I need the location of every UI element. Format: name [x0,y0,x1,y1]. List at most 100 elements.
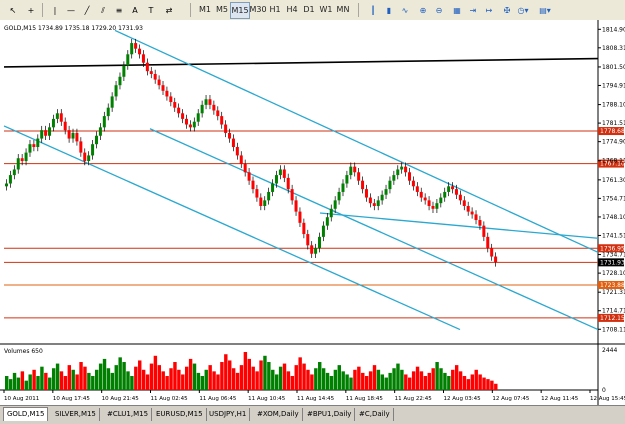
candle-body [310,245,314,254]
timeframe-h4[interactable]: H4 [283,2,301,17]
candle-body [337,191,341,201]
volume-bar [290,376,295,390]
volume-top-tick: 2444 [602,347,617,354]
candle-body [404,166,408,173]
volume-bar [478,374,482,390]
volume-bar [255,371,259,390]
price-level-label: 1712.15 [600,315,625,322]
crosshair-tool-icon[interactable]: + [22,2,40,19]
volume-bar [490,380,494,390]
tab-clu1-m15[interactable]: #CLU1,M15 [104,408,153,421]
candle-body [118,76,122,86]
candle-body [169,96,173,103]
volume-bar [364,376,369,390]
candle-body [349,166,353,176]
candle-body [345,175,349,184]
timeframe-m30[interactable]: M30 [249,2,267,17]
candle-body [431,205,435,209]
volume-bar [396,363,400,390]
candle-body [44,130,48,136]
timeframe-d1[interactable]: D1 [300,2,318,17]
candle-body [192,121,196,128]
tab-xom-daily[interactable]: #XOM,Daily [254,408,303,421]
volume-bar [310,374,314,390]
volume-bar [415,366,420,390]
tab-silver-m15[interactable]: SILVER,M15 [52,408,100,421]
arrows-tool-icon[interactable]: ⇄ [160,2,178,19]
candle-body [478,220,482,226]
timeframe-m15[interactable]: M15 [230,2,250,19]
volume-bar [447,376,451,390]
volume-bar [294,365,298,390]
volume-bar [181,374,185,390]
tab-c-daily[interactable]: #C,Daily [356,408,394,421]
price-chart[interactable]: 1778.681767.101736.951731.931723.881712.… [0,20,625,405]
templates-icon[interactable]: ▤▾ [536,2,554,19]
timeframe-mn[interactable]: MN [334,2,352,17]
timeframe-m1[interactable]: M1 [196,2,214,17]
tab-usdjpy-h1[interactable]: USDJPY,H1 [206,408,251,421]
volume-bar [231,368,236,390]
label-tool-icon[interactable]: T [142,2,160,19]
candle-body [208,99,212,105]
candle-body [470,211,474,215]
price-tick-label: 1714.71 [602,308,625,315]
candle-body [126,54,130,66]
candle-body [134,43,138,49]
candle-body [212,104,216,111]
time-tick-label: 11 Aug 14:45 [297,396,335,402]
price-tick-label: 1728.10 [602,270,625,277]
volume-bar [28,374,32,390]
volume-bar [454,365,459,390]
price-chart-window[interactable]: 1778.68 1767.10 1736.95 1731.93 1723.88 1712.… [0,20,625,405]
price-level-label: 1723.88 [600,282,625,289]
volume-bar [36,376,40,390]
tab-eurusd-m15[interactable]: EURUSD,M15 [153,408,207,421]
volume-bar [48,377,52,390]
volume-bar [419,371,424,390]
tab-bpu1-daily[interactable]: #BPU1,Daily [304,408,356,421]
volume-bar [228,360,232,390]
candle-body [239,155,243,164]
candle-body [220,116,224,125]
timeframe-w1[interactable]: W1 [317,2,335,17]
volume-bar [329,376,334,390]
candle-body [458,194,462,201]
zoom-out-icon[interactable]: ⊖ [430,2,448,19]
candle-body [51,118,55,128]
volume-bar [196,372,201,390]
price-tick-label: 1754.71 [602,195,625,202]
volume-bar [298,357,302,390]
candle-body [243,163,247,173]
candle-body [20,158,24,162]
cursor-tool-icon[interactable]: ↖ [4,2,22,19]
tab-gold-m15[interactable]: GOLD,M15 [3,407,49,421]
volume-bar [243,352,248,390]
volume-bar [486,379,490,390]
price-tick-label: 1748.10 [602,214,625,221]
candle-body [75,132,79,142]
candle-body [267,191,271,201]
volume-bar [274,374,279,390]
volume-bar [368,371,373,390]
candle-body [67,130,71,139]
volume-bar [380,374,385,390]
toolbar-separator [42,3,43,17]
volume-bar [458,371,463,390]
candle-body [114,85,118,97]
timeframe-m5[interactable]: M5 [213,2,231,17]
volume-bar [376,369,381,390]
volume-bar [357,366,361,390]
candle-body [466,205,470,212]
timeframe-h1[interactable]: H1 [266,2,284,17]
time-tick-label: 11 Aug 18:45 [346,396,384,402]
candle-body [486,236,490,249]
periods-clock-icon[interactable]: ◷▾ [514,2,532,19]
candle-body [423,197,427,201]
time-tick-label: 12 Aug 07:45 [492,396,530,402]
volume-bar [384,377,388,390]
line-chart-icon[interactable]: ∿ [396,2,414,19]
chart-shift-icon[interactable]: ↦ [480,2,498,19]
candle-body [263,200,267,206]
candle-body [271,183,275,192]
